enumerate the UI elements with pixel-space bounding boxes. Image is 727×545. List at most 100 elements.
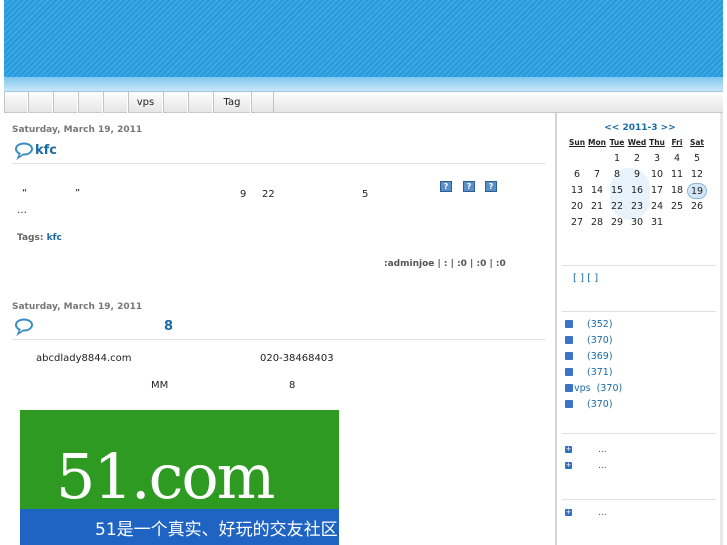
calendar-day[interactable]: 29 bbox=[607, 215, 627, 231]
51com-logo-text: 51.com bbox=[56, 440, 275, 513]
calendar-day[interactable]: 27 bbox=[567, 215, 587, 231]
calendar-day[interactable]: 10 bbox=[647, 167, 667, 183]
calendar-day[interactable]: 16 bbox=[627, 183, 647, 199]
sidebar-divider bbox=[562, 265, 716, 266]
sidebar-divider bbox=[562, 311, 716, 312]
recent-post-label: ... bbox=[598, 461, 607, 471]
calendar-day[interactable]: 9 bbox=[627, 167, 647, 183]
missing-image-icon: ? bbox=[463, 181, 475, 192]
calendar-day[interactable]: 22 bbox=[607, 199, 627, 215]
calendar: Sun Mon Tue Wed Thu Fri Sat 1 2 3 4 5 6 … bbox=[567, 137, 709, 231]
calendar-dow: Wed bbox=[627, 138, 647, 147]
calendar-day[interactable]: 28 bbox=[587, 215, 607, 231]
51com-slogan: 51是一个真实、好玩的交友社区 bbox=[95, 520, 338, 540]
missing-image-icon: ? bbox=[440, 181, 452, 192]
nav-item-1[interactable] bbox=[4, 92, 28, 113]
calendar-day[interactable]: 3 bbox=[647, 151, 667, 167]
feed-count: (371) bbox=[587, 367, 613, 378]
feed-label: vps bbox=[574, 383, 591, 394]
tags-label: Tags: bbox=[17, 233, 44, 243]
post-divider bbox=[12, 163, 546, 164]
nav-item-2[interactable] bbox=[28, 92, 53, 113]
nav-item-10[interactable] bbox=[251, 92, 274, 113]
missing-image-icon: ? bbox=[485, 181, 497, 192]
post-text-mm: MM bbox=[151, 380, 169, 391]
calendar-day[interactable]: 23 bbox=[627, 199, 647, 215]
calendar-day[interactable]: 6 bbox=[567, 167, 587, 183]
post-text-number: 8 bbox=[289, 380, 296, 391]
calendar-day[interactable]: 12 bbox=[687, 167, 707, 183]
nav-item-4[interactable] bbox=[78, 92, 103, 113]
recent-post-item[interactable]: +... bbox=[565, 445, 607, 455]
calendar-day[interactable]: 11 bbox=[667, 167, 687, 183]
plus-icon: + bbox=[565, 508, 572, 516]
post-title[interactable]: kfc bbox=[35, 143, 57, 158]
feed-count: (370) bbox=[587, 399, 613, 410]
calendar-day[interactable]: 14 bbox=[587, 183, 607, 199]
feed-count: (370) bbox=[596, 383, 623, 394]
sidebar-bracket-links[interactable]: [ ] [ ] bbox=[573, 273, 598, 284]
feed-count: (370) bbox=[587, 335, 613, 346]
sidebar-divider bbox=[562, 499, 716, 500]
feed-item[interactable]: (369) bbox=[565, 351, 613, 362]
recent-post-label: ... bbox=[598, 445, 607, 455]
post-text-number: 5 bbox=[362, 189, 369, 200]
calendar-day[interactable]: 1 bbox=[607, 151, 627, 167]
recent-comment-item[interactable]: +... bbox=[565, 508, 607, 518]
post-title[interactable]: 8 bbox=[164, 319, 173, 334]
feed-item[interactable]: (371) bbox=[565, 367, 613, 378]
calendar-day[interactable]: 30 bbox=[627, 215, 647, 231]
post-text-phone: 020-38468403 bbox=[260, 353, 334, 364]
nav-item-3[interactable] bbox=[53, 92, 78, 113]
calendar-dow: Sun bbox=[568, 138, 586, 147]
calendar-day-today[interactable]: 19 bbox=[687, 183, 707, 199]
nav-item-vps[interactable]: vps bbox=[128, 92, 163, 113]
calendar-day[interactable]: 21 bbox=[587, 199, 607, 215]
rss-icon bbox=[565, 319, 573, 328]
calendar-header[interactable]: << 2011-3 >> bbox=[560, 123, 720, 133]
nav-item-7[interactable] bbox=[163, 92, 188, 113]
calendar-day[interactable]: 7 bbox=[587, 167, 607, 183]
calendar-week: 6 7 8 9 10 11 12 bbox=[567, 167, 709, 183]
calendar-day[interactable]: 15 bbox=[607, 183, 627, 199]
plus-icon: + bbox=[565, 461, 572, 469]
51com-slogan-band: 51是一个真实、好玩的交友社区 bbox=[20, 509, 339, 545]
feed-item[interactable]: (370) bbox=[565, 399, 613, 410]
post-text-number: 22 bbox=[262, 189, 275, 200]
comment-bubble-icon bbox=[15, 318, 33, 336]
calendar-day[interactable]: 8 bbox=[607, 167, 627, 183]
calendar-day bbox=[667, 215, 687, 231]
feed-item-vps[interactable]: vps (370) bbox=[565, 383, 622, 394]
calendar-day[interactable]: 25 bbox=[667, 199, 687, 215]
calendar-day[interactable]: 13 bbox=[567, 183, 587, 199]
calendar-day[interactable]: 20 bbox=[567, 199, 587, 215]
calendar-day[interactable]: 31 bbox=[647, 215, 667, 231]
plus-icon: + bbox=[565, 445, 572, 453]
post-text-site: abcdlady8844.com bbox=[36, 353, 132, 364]
calendar-day[interactable]: 5 bbox=[687, 151, 707, 167]
nav-item-8[interactable] bbox=[188, 92, 213, 113]
header-banner bbox=[4, 0, 723, 92]
rss-icon bbox=[565, 351, 573, 360]
feed-item[interactable]: (370) bbox=[565, 335, 613, 346]
calendar-day[interactable]: 24 bbox=[647, 199, 667, 215]
post-divider bbox=[12, 339, 546, 340]
post-tags: Tags: kfc bbox=[17, 233, 62, 243]
calendar-day[interactable]: 2 bbox=[627, 151, 647, 167]
rss-icon bbox=[565, 399, 573, 408]
recent-post-item[interactable]: +... bbox=[565, 461, 607, 471]
calendar-day bbox=[587, 151, 607, 167]
calendar-day[interactable]: 17 bbox=[647, 183, 667, 199]
calendar-day[interactable]: 4 bbox=[667, 151, 687, 167]
sidebar-divider bbox=[562, 433, 716, 434]
feed-item[interactable]: (352) bbox=[565, 319, 613, 330]
calendar-day[interactable]: 26 bbox=[687, 199, 707, 215]
column-divider bbox=[555, 113, 557, 545]
calendar-day[interactable]: 18 bbox=[667, 183, 687, 199]
tag-link[interactable]: kfc bbox=[47, 233, 62, 243]
calendar-weekdays: Sun Mon Tue Wed Thu Fri Sat bbox=[567, 137, 709, 151]
rss-icon bbox=[565, 335, 573, 344]
nav-item-5[interactable] bbox=[103, 92, 128, 113]
nav-item-tag[interactable]: Tag bbox=[213, 92, 251, 113]
post-date: Saturday, March 19, 2011 bbox=[12, 302, 143, 312]
